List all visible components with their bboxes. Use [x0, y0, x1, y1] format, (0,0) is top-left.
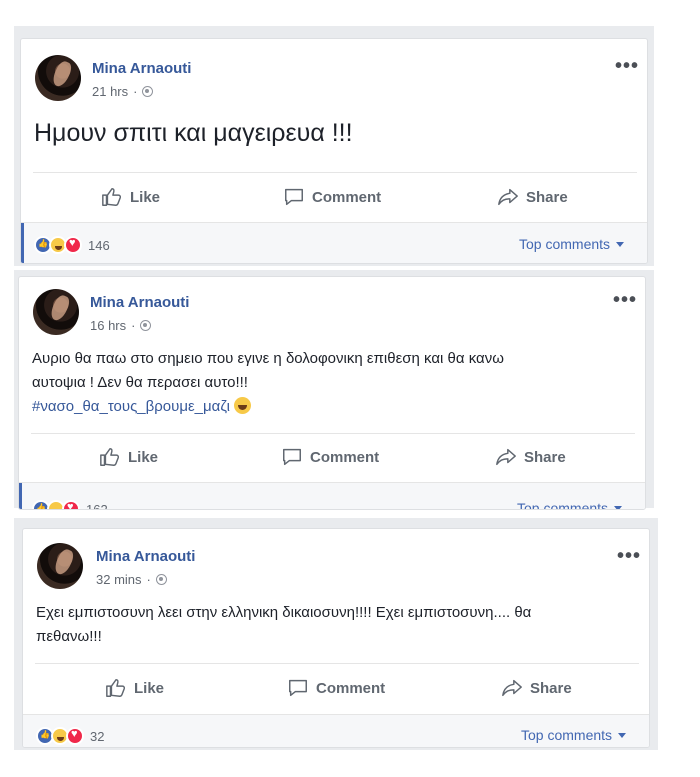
- share-label: Share: [526, 188, 568, 206]
- post-text-line: Αυριο θα παω στο σημειο που εγινε η δολο…: [32, 350, 504, 367]
- reactions-summary[interactable]: 32: [36, 727, 104, 745]
- post-footer: 162 Top comments: [19, 482, 645, 510]
- hashtag-link[interactable]: #νασο_θα_τους_βρουμε_μαζι: [32, 398, 230, 415]
- divider: [33, 172, 637, 173]
- share-button[interactable]: Share: [501, 677, 572, 699]
- share-button[interactable]: Share: [497, 186, 568, 208]
- globe-icon: [142, 86, 154, 97]
- avatar[interactable]: [35, 55, 81, 101]
- love-reaction-icon: [66, 727, 84, 745]
- love-reaction-icon: [64, 236, 82, 254]
- share-icon: [496, 448, 516, 466]
- avatar[interactable]: [33, 289, 79, 335]
- comment-button[interactable]: Comment: [287, 677, 385, 699]
- laughing-emoji-icon: [234, 397, 252, 414]
- globe-icon: [155, 574, 167, 585]
- like-label: Like: [128, 448, 159, 466]
- share-icon: [502, 679, 522, 697]
- hashtag-line: #νασο_θα_τους_βρουμε_μαζι: [32, 395, 632, 419]
- top-comments-label: Top comments: [519, 236, 611, 252]
- top-comments-dropdown[interactable]: Top comments: [519, 236, 625, 252]
- post-card: Mina Arnaouti 21 hrs · ••• Ημουν σπιτι κ…: [20, 38, 648, 264]
- meta-separator: ·: [146, 572, 151, 587]
- post-meta: 16 hrs ·: [90, 318, 152, 333]
- post-time[interactable]: 21 hrs: [92, 84, 128, 99]
- post-text: Αυριο θα παω στο σημειο που εγινε η δολο…: [32, 347, 632, 419]
- meta-separator: ·: [133, 84, 138, 99]
- more-options-icon[interactable]: •••: [617, 546, 641, 566]
- post-card: Mina Arnaouti 16 hrs · ••• Αυριο θα παω …: [18, 276, 646, 510]
- post-author[interactable]: Mina Arnaouti: [90, 294, 189, 311]
- comment-label: Comment: [316, 679, 386, 697]
- share-icon: [498, 188, 518, 206]
- like-button[interactable]: Like: [105, 677, 164, 699]
- footer-accent: [19, 483, 22, 509]
- top-comments-dropdown[interactable]: Top comments: [517, 500, 623, 510]
- post-time[interactable]: 32 mins: [96, 572, 142, 587]
- reaction-count: 162: [86, 501, 108, 510]
- more-options-icon[interactable]: •••: [615, 56, 639, 76]
- post-time[interactable]: 16 hrs: [90, 318, 126, 333]
- footer-accent: [21, 223, 24, 263]
- comment-icon: [289, 679, 307, 697]
- thumbs-up-icon: [106, 679, 126, 697]
- like-button[interactable]: Like: [99, 446, 158, 468]
- reaction-count: 32: [90, 728, 105, 744]
- comment-icon: [283, 448, 301, 466]
- comment-button[interactable]: Comment: [283, 186, 381, 208]
- avatar[interactable]: [37, 543, 83, 589]
- comment-icon: [285, 188, 303, 206]
- like-label: Like: [134, 679, 165, 697]
- like-label: Like: [130, 188, 161, 206]
- divider: [35, 663, 639, 664]
- meta-separator: ·: [131, 318, 136, 333]
- love-reaction-icon: [62, 500, 80, 509]
- comment-button[interactable]: Comment: [281, 446, 379, 468]
- share-label: Share: [524, 448, 566, 466]
- post-meta: 21 hrs ·: [92, 84, 154, 99]
- post-meta: 32 mins ·: [96, 572, 167, 587]
- post-footer: 32 Top comments: [23, 714, 649, 747]
- globe-icon: [140, 320, 152, 331]
- share-button[interactable]: Share: [495, 446, 566, 468]
- post-text-line: αυτοψια ! Δεν θα περασει αυτο!!!: [32, 374, 248, 391]
- reaction-count: 146: [88, 237, 110, 253]
- top-comments-label: Top comments: [517, 500, 609, 510]
- post-text-line: πεθανω!!!: [36, 628, 102, 645]
- post-author[interactable]: Mina Arnaouti: [92, 60, 191, 77]
- thumbs-up-icon: [102, 188, 122, 206]
- post-card: Mina Arnaouti 32 mins · ••• Εχει εμπιστο…: [22, 528, 650, 748]
- post-footer: 146 Top comments: [21, 222, 647, 263]
- top-comments-dropdown[interactable]: Top comments: [521, 727, 627, 743]
- reactions-summary[interactable]: 162: [32, 500, 108, 510]
- top-comments-label: Top comments: [521, 727, 613, 743]
- caret-down-icon: [616, 241, 625, 247]
- share-label: Share: [530, 679, 572, 697]
- like-button[interactable]: Like: [101, 186, 160, 208]
- post-text: Εχει εμπιστοσυνη λεει στην ελληνικη δικα…: [36, 601, 636, 649]
- caret-down-icon: [618, 732, 627, 738]
- post-author[interactable]: Mina Arnaouti: [96, 548, 195, 565]
- comment-label: Comment: [312, 188, 382, 206]
- post-text: Ημουν σπιτι και μαγειρευα !!!: [34, 119, 353, 147]
- divider: [31, 433, 635, 434]
- more-options-icon[interactable]: •••: [613, 290, 637, 310]
- comment-label: Comment: [310, 448, 380, 466]
- reactions-summary[interactable]: 146: [34, 236, 110, 254]
- caret-down-icon: [614, 505, 623, 509]
- thumbs-up-icon: [100, 448, 120, 466]
- post-text-line: Εχει εμπιστοσυνη λεει στην ελληνικη δικα…: [36, 604, 532, 621]
